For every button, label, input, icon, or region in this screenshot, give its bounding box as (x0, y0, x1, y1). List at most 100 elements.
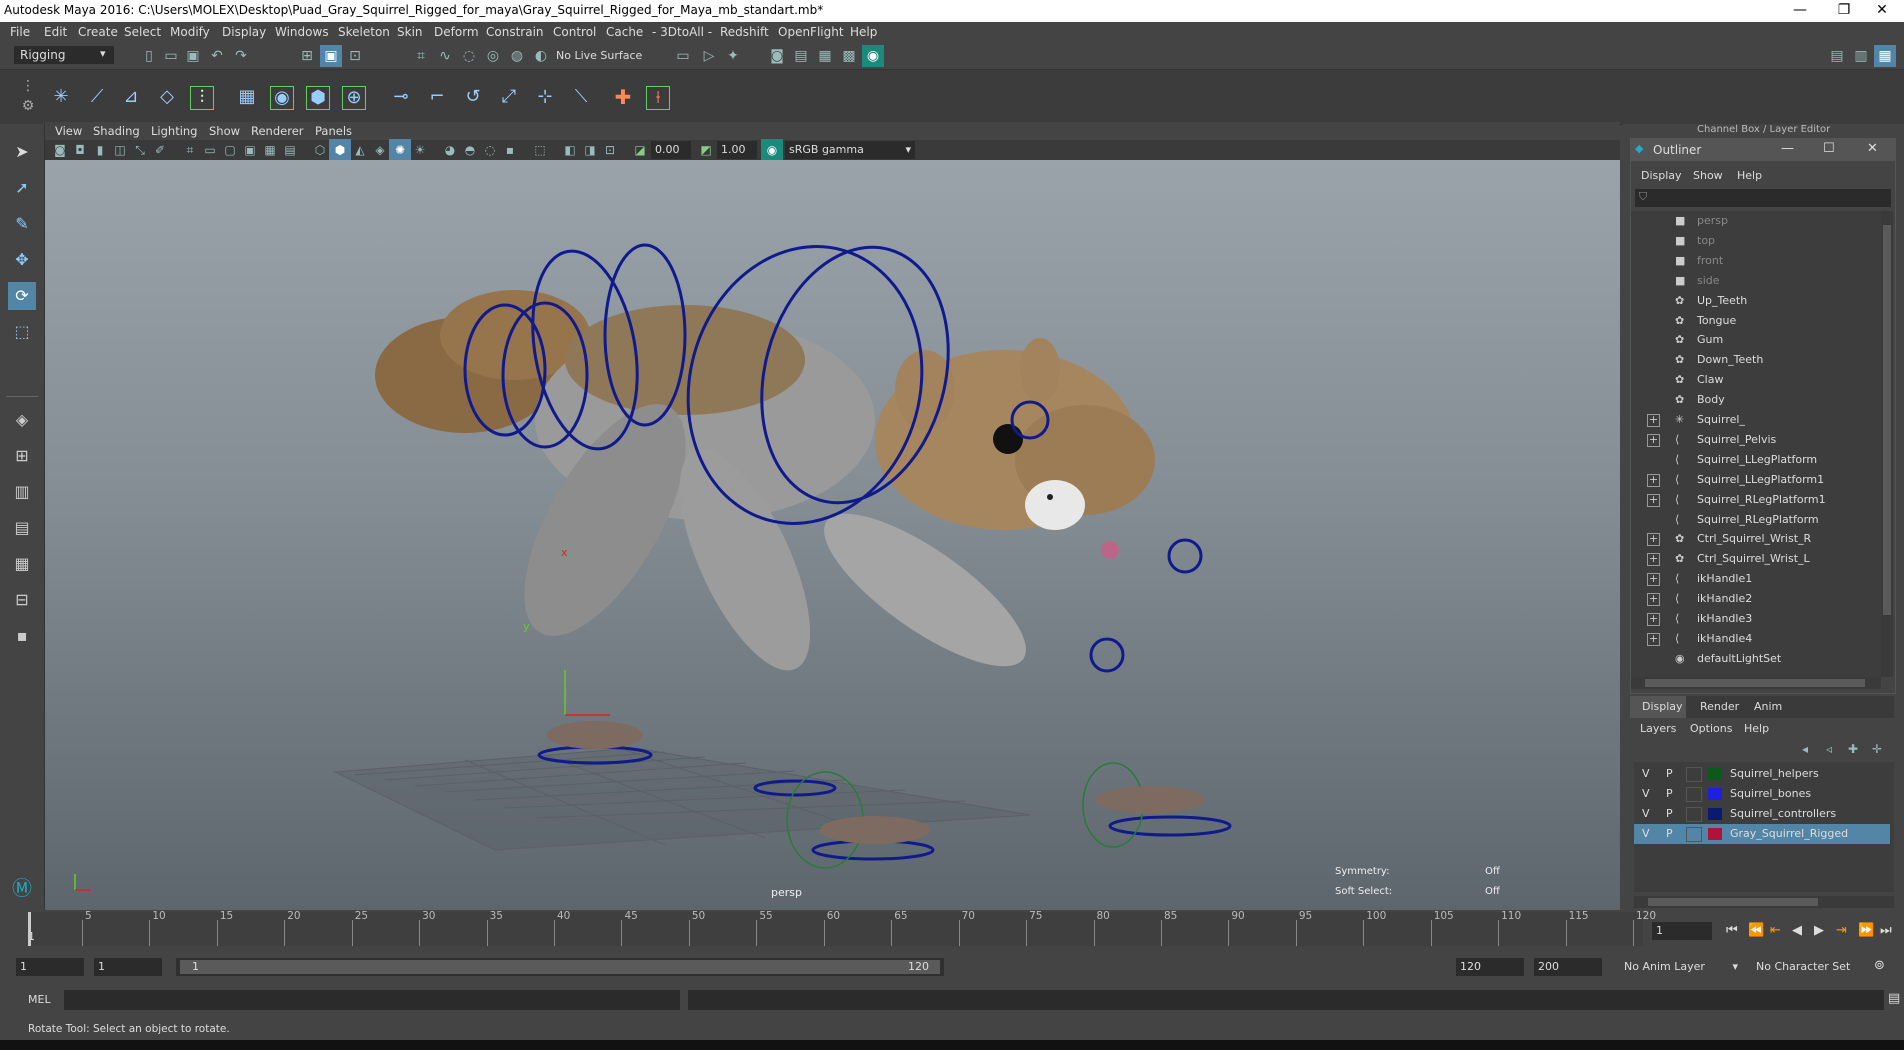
paint-weights-icon[interactable]: ▦ (236, 86, 258, 108)
command-input[interactable] (64, 990, 680, 1010)
scale-tool-icon[interactable]: ⬚ (8, 318, 36, 346)
resolution-gate-icon[interactable]: ▢ (219, 139, 241, 161)
close-button[interactable]: ✕ (1860, 0, 1904, 22)
toggle-attribute-editor-icon[interactable]: ▥ (1850, 45, 1872, 67)
layer-type-toggle[interactable] (1686, 787, 1702, 802)
layer-visibility-toggle[interactable]: V (1642, 824, 1650, 844)
toggle-channel-box-icon[interactable]: ▦ (1874, 45, 1896, 67)
outliner-item[interactable]: + ✿ Ctrl_Squirrel_Wrist_R (1631, 529, 1876, 549)
layer-tab-display[interactable]: Display (1630, 696, 1686, 718)
menu-deform[interactable]: Deform (434, 25, 479, 39)
layer-hscroll-thumb[interactable] (1648, 898, 1818, 906)
outliner-item[interactable]: + ⟨ ikHandle3 (1631, 609, 1876, 629)
hypershade-layout-icon[interactable]: ⊟ (8, 586, 36, 614)
joint-tool-icon[interactable]: ✳ (50, 86, 72, 108)
layer-color-swatch[interactable] (1708, 768, 1722, 780)
menu-3dtoall[interactable]: - 3DtoAll - (652, 25, 712, 39)
wireframe-on-shaded-icon[interactable]: ◭ (349, 139, 371, 161)
layer-playback-toggle[interactable]: P (1666, 764, 1673, 784)
menu-windows[interactable]: Windows (275, 25, 329, 39)
panel-menu-show[interactable]: Show (209, 124, 240, 138)
expand-icon[interactable]: + (1647, 593, 1660, 607)
layer-help-menu[interactable]: Help (1744, 722, 1769, 735)
menu-set-dropdown[interactable]: Rigging ▾ (14, 46, 114, 64)
go-to-end-icon[interactable]: ⏭ (1880, 923, 1892, 938)
xray-joints-icon[interactable]: ◨ (579, 139, 601, 161)
menu-openflight[interactable]: OpenFlight (778, 25, 844, 39)
outliner-item[interactable]: ■ front (1631, 251, 1876, 271)
outliner-hscroll-thumb[interactable] (1645, 679, 1865, 687)
layer-visibility-toggle[interactable]: V (1642, 764, 1650, 784)
expand-icon[interactable]: + (1647, 573, 1660, 587)
shadows-icon[interactable]: ☀ (409, 139, 431, 161)
redo-icon[interactable]: ↷ (230, 45, 252, 67)
snap-grid-icon[interactable]: ⌗ (410, 45, 432, 67)
current-time-indicator[interactable] (28, 912, 31, 946)
snap-view-icon[interactable]: ◎ (482, 45, 504, 67)
outliner-search-bar[interactable]: ⛉ (1635, 189, 1891, 207)
command-language-label[interactable]: MEL (28, 993, 51, 1006)
playback-end-field[interactable]: 120 (1456, 958, 1524, 976)
play-forwards-icon[interactable]: ▶ (1814, 923, 1824, 938)
layer-playback-toggle[interactable]: P (1666, 824, 1673, 844)
construction-history-icon[interactable]: ▷ (698, 45, 720, 67)
layer-row[interactable]: V P Squirrel_controllers (1634, 804, 1890, 824)
outliner-item[interactable]: ◉ defaultLightSet (1631, 649, 1876, 669)
view-transform-dropdown[interactable]: sRGB gamma ▾ (785, 141, 915, 159)
layer-color-swatch[interactable] (1708, 808, 1722, 820)
panel-menu-renderer[interactable]: Renderer (251, 124, 304, 138)
expand-icon[interactable]: + (1647, 632, 1660, 646)
antialiasing-icon[interactable]: ◌ (479, 139, 501, 161)
outliner-item[interactable]: ✿ Tongue (1631, 311, 1876, 331)
move-tool-icon[interactable]: ✥ (8, 246, 36, 274)
render-frame-icon[interactable]: ◙ (766, 45, 788, 67)
select-component-icon[interactable]: ⊡ (344, 45, 366, 67)
ik-handle-tool-icon[interactable]: ⟋ (86, 86, 108, 108)
minimize-button[interactable]: — (1778, 0, 1822, 22)
expand-icon[interactable]: + (1647, 414, 1660, 427)
layer-visibility-toggle[interactable]: V (1642, 784, 1650, 804)
outliner-menu-help[interactable]: Help (1737, 169, 1762, 182)
outliner-item[interactable]: ■ persp (1631, 211, 1876, 231)
menu-select[interactable]: Select (124, 25, 161, 39)
menu-help[interactable]: Help (850, 25, 877, 39)
camera-select-icon[interactable]: ◙ (49, 139, 71, 161)
outliner-item[interactable]: ✿ Body (1631, 390, 1876, 410)
undo-icon[interactable]: ↶ (206, 45, 228, 67)
single-perspective-layout-icon[interactable]: ◈ (8, 406, 36, 434)
cluster-icon[interactable]: ⊕ (342, 86, 366, 110)
snap-surface-icon[interactable]: ◍ (506, 45, 528, 67)
new-layer-selected-icon[interactable]: ✛ (1866, 738, 1888, 760)
outliner-item[interactable]: ■ side (1631, 271, 1876, 291)
outliner-layout-icon[interactable]: ▦ (8, 550, 36, 578)
new-layer-icon[interactable]: ✚ (1842, 738, 1864, 760)
move-layer-down-icon[interactable]: ◃ (1818, 738, 1840, 760)
outliner-item[interactable]: + ✳ Squirrel_ (1631, 410, 1876, 430)
auto-key-icon[interactable]: ⊚ (1874, 958, 1885, 973)
layer-tab-render[interactable]: Render (1688, 696, 1744, 718)
outliner-item[interactable]: ✿ Up_Teeth (1631, 291, 1876, 311)
outliner-item[interactable]: + ⟨ Squirrel_Pelvis (1631, 430, 1876, 450)
step-back-frame-icon[interactable]: ⏪ (1748, 923, 1764, 938)
new-scene-icon[interactable]: ▯ (138, 45, 160, 67)
image-plane-icon[interactable]: ◫ (109, 139, 131, 161)
outliner-item[interactable]: ✿ Down_Teeth (1631, 350, 1876, 370)
textured-icon[interactable]: ◈ (369, 139, 391, 161)
lasso-tool-icon[interactable]: ➚ (8, 174, 36, 202)
save-scene-icon[interactable]: ▣ (182, 45, 204, 67)
custom-layout-icon[interactable]: ▪ (8, 622, 36, 650)
smooth-shade-icon[interactable]: ⬢ (329, 139, 351, 161)
menu-control[interactable]: Control (553, 25, 596, 39)
bookmark-icon[interactable]: ▮ (89, 139, 111, 161)
motion-blur-icon[interactable]: ◓ (459, 139, 481, 161)
outliner-item[interactable]: + ✿ Ctrl_Squirrel_Wrist_L (1631, 549, 1876, 569)
menu-create[interactable]: Create (78, 25, 118, 39)
locator-icon[interactable]: ✚ (612, 86, 634, 108)
scale-constraint-icon[interactable]: ⤢ (498, 86, 520, 108)
current-frame-field[interactable]: 1 (1652, 922, 1712, 940)
options-menu[interactable]: Options (1690, 722, 1732, 735)
panel-menu-view[interactable]: View (55, 124, 82, 138)
gate-mask-icon[interactable]: ▣ (239, 139, 261, 161)
rotate-tool-icon[interactable]: ⟳ (8, 282, 36, 310)
expand-icon[interactable]: + (1647, 553, 1660, 567)
